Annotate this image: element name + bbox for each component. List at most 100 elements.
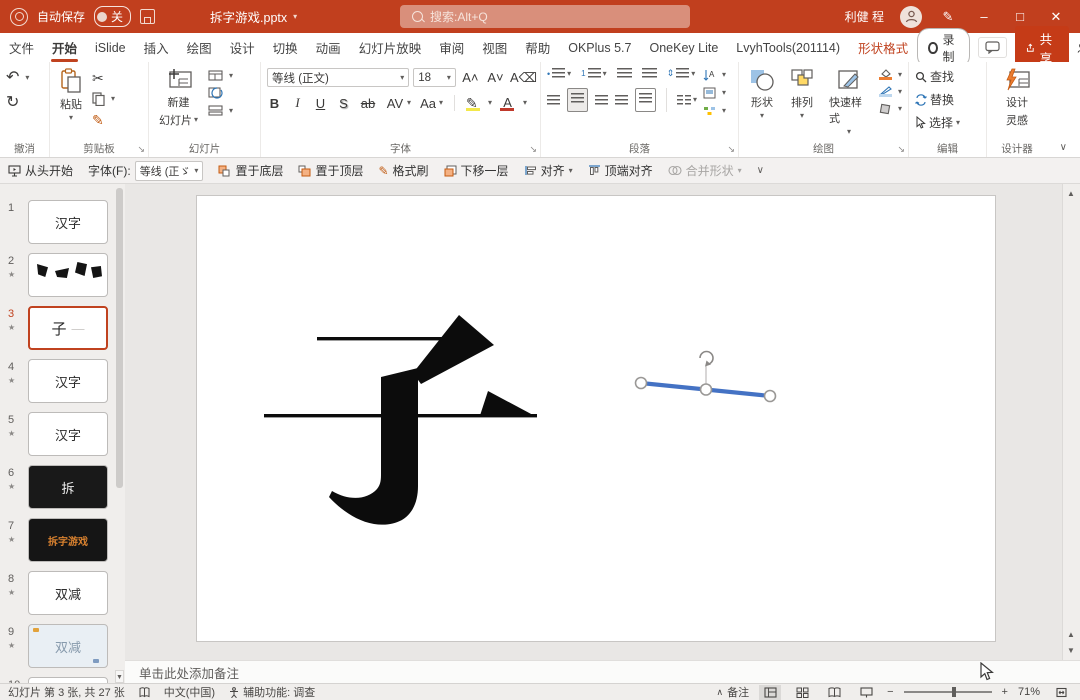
spell-check-button[interactable] bbox=[139, 687, 150, 698]
slide-number-indicator[interactable]: 幻灯片 第 3 张, 共 27 张 bbox=[8, 684, 125, 700]
search-input[interactable]: 搜索:Alt+Q bbox=[400, 5, 690, 28]
send-to-back-button[interactable]: 置于底层 bbox=[218, 162, 283, 179]
tab-切换[interactable]: 切换 bbox=[264, 33, 307, 62]
shape-outline-button[interactable]: ▾ bbox=[879, 86, 902, 97]
avatar[interactable] bbox=[900, 6, 922, 28]
select-button[interactable]: 选择 ▾ bbox=[915, 114, 960, 131]
reading-view-button[interactable] bbox=[823, 685, 845, 700]
slide-editing-surface[interactable] bbox=[196, 195, 996, 642]
align-center-button[interactable] bbox=[567, 88, 588, 112]
justify-button[interactable] bbox=[615, 95, 628, 106]
notes-toggle-button[interactable]: ∧ 备注 bbox=[717, 684, 750, 700]
tab-插入[interactable]: 插入 bbox=[135, 33, 178, 62]
slide-thumbnail-2[interactable]: 2★ bbox=[0, 251, 125, 304]
tab-动画[interactable]: 动画 bbox=[307, 33, 350, 62]
shadow-button[interactable]: S bbox=[336, 96, 351, 111]
format-painter-icon[interactable]: ✎ bbox=[92, 113, 115, 127]
bullets-button[interactable]: • ▾ bbox=[547, 68, 571, 79]
align-left-button[interactable] bbox=[547, 95, 560, 106]
italic-button[interactable]: I bbox=[290, 95, 305, 111]
resize-handle-left[interactable] bbox=[636, 378, 647, 389]
copy-button[interactable]: ▾ bbox=[92, 92, 115, 106]
tab-iSlide[interactable]: iSlide bbox=[86, 33, 135, 62]
dialog-launcher-icon[interactable]: ↘ bbox=[727, 144, 735, 155]
merge-shapes-button[interactable]: 合并形状 ▾ bbox=[668, 162, 742, 179]
text-direction-button[interactable]: A ▾ bbox=[703, 69, 726, 81]
grow-font-button[interactable]: A˄ bbox=[460, 70, 481, 85]
section-button[interactable]: ▾ bbox=[208, 105, 233, 116]
midpoint-handle[interactable] bbox=[701, 384, 712, 395]
app-icon[interactable] bbox=[10, 8, 28, 26]
tab-形状格式[interactable]: 形状格式 bbox=[849, 33, 917, 62]
scrollbar-thumb[interactable] bbox=[116, 188, 123, 488]
comments-button[interactable] bbox=[978, 37, 1007, 58]
increase-indent-button[interactable] bbox=[642, 68, 657, 79]
toolbar-overflow-button[interactable]: ∨ bbox=[757, 166, 764, 176]
slide-thumbnail-6[interactable]: 6★拆 bbox=[0, 463, 125, 516]
notes-pane[interactable]: 单击此处添加备注 bbox=[125, 660, 1080, 683]
thumbnail-scrollbar[interactable]: ▼ bbox=[115, 184, 124, 683]
slide-thumbnail-10[interactable]: 10 bbox=[0, 675, 125, 683]
slide-thumbnail-4[interactable]: 4★汉字 bbox=[0, 357, 125, 410]
highlight-button[interactable]: ✎ bbox=[466, 96, 480, 111]
character-spacing-button[interactable]: AV ▾ bbox=[385, 96, 411, 111]
distribute-button[interactable] bbox=[635, 88, 656, 112]
design-ideas-button[interactable]: 设计 灵感 bbox=[999, 68, 1035, 128]
tab-file[interactable]: 文件 bbox=[0, 33, 43, 62]
collapse-ribbon-button[interactable]: ∨ bbox=[1060, 142, 1067, 153]
zoom-level[interactable]: 71% bbox=[1018, 686, 1040, 698]
font-color-button[interactable]: A bbox=[500, 95, 515, 111]
bold-button[interactable]: B bbox=[267, 96, 282, 111]
decrease-indent-button[interactable] bbox=[617, 68, 632, 79]
canvas-scrollbar[interactable]: ▲ ▲ ▼ bbox=[1062, 184, 1080, 660]
cut-button[interactable]: ✂ bbox=[92, 71, 115, 85]
save-icon[interactable] bbox=[140, 9, 155, 24]
numbering-button[interactable]: 1 ▾ bbox=[581, 68, 606, 79]
dialog-launcher-icon[interactable]: ↘ bbox=[897, 144, 905, 155]
columns-button[interactable]: ▾ bbox=[677, 95, 697, 106]
layout-button[interactable]: ▾ bbox=[208, 70, 233, 81]
align-top-button[interactable]: 顶端对齐 bbox=[588, 162, 653, 179]
bring-to-front-button[interactable]: 置于顶层 bbox=[298, 162, 363, 179]
slide-canvas-area[interactable]: ▲ ▲ ▼ bbox=[125, 184, 1080, 660]
slideshow-view-button[interactable] bbox=[855, 685, 877, 700]
tab-开始[interactable]: 开始 bbox=[43, 33, 86, 62]
tab-OKPlus 5.7[interactable]: OKPlus 5.7 bbox=[559, 33, 640, 62]
paste-button[interactable]: 粘贴 ▾ bbox=[56, 68, 86, 122]
font-size-select[interactable]: 18 ▾ bbox=[413, 68, 456, 87]
shape-effects-button[interactable]: ▾ bbox=[879, 103, 902, 115]
align-text-button[interactable]: ▾ bbox=[703, 87, 726, 99]
shrink-font-button[interactable]: A˅ bbox=[485, 70, 506, 85]
tab-帮助[interactable]: 帮助 bbox=[516, 33, 559, 62]
accessibility-checker[interactable]: 辅助功能: 调查 bbox=[229, 684, 315, 700]
shapes-button[interactable]: 形状 ▾ bbox=[745, 68, 779, 120]
file-title[interactable]: 拆字游戏.pptx ▾ bbox=[210, 7, 297, 26]
zoom-slider-thumb[interactable] bbox=[952, 687, 956, 697]
language-indicator[interactable]: 中文(中国) bbox=[164, 684, 215, 700]
scroll-down-icon[interactable]: ▼ bbox=[115, 670, 124, 683]
find-button[interactable]: 查找 bbox=[915, 68, 960, 85]
new-slide-button[interactable]: 新建 幻灯片 ▾ bbox=[155, 68, 202, 128]
shape-fill-button[interactable]: ▾ bbox=[879, 69, 902, 80]
slide-thumbnail-7[interactable]: 7★拆字游戏 bbox=[0, 516, 125, 569]
maximize-button[interactable]: □ bbox=[1010, 9, 1030, 24]
resize-handle-right[interactable] bbox=[765, 391, 776, 402]
slide-thumbnail-5[interactable]: 5★汉字 bbox=[0, 410, 125, 463]
reset-slide-icon[interactable] bbox=[208, 87, 223, 99]
redo-button[interactable]: ↻ bbox=[6, 95, 29, 111]
change-case-button[interactable]: Aa ▾ bbox=[419, 96, 443, 111]
autosave-toggle[interactable]: 关 bbox=[94, 6, 131, 27]
replace-button[interactable]: 替换 bbox=[915, 91, 960, 108]
line-spacing-button[interactable]: ⇕ ▾ bbox=[667, 68, 696, 79]
align-right-button[interactable] bbox=[595, 95, 608, 106]
tab-视图[interactable]: 视图 bbox=[473, 33, 516, 62]
dialog-launcher-icon[interactable]: ↘ bbox=[137, 144, 145, 155]
slide-thumbnail-9[interactable]: 9★双减 bbox=[0, 622, 125, 675]
slide-thumbnail-1[interactable]: 1汉字 bbox=[0, 198, 125, 251]
undo-button[interactable]: ↶ ▾ bbox=[6, 70, 29, 86]
fit-to-window-button[interactable] bbox=[1050, 685, 1072, 700]
quick-styles-button[interactable]: 快速样式 ▾ bbox=[825, 68, 873, 136]
slide-thumbnail-3[interactable]: 3★子— bbox=[0, 304, 125, 357]
slide-thumbnail-8[interactable]: 8★双减 bbox=[0, 569, 125, 622]
font-name-select[interactable]: 等线 (正文) ▾ bbox=[267, 68, 409, 87]
